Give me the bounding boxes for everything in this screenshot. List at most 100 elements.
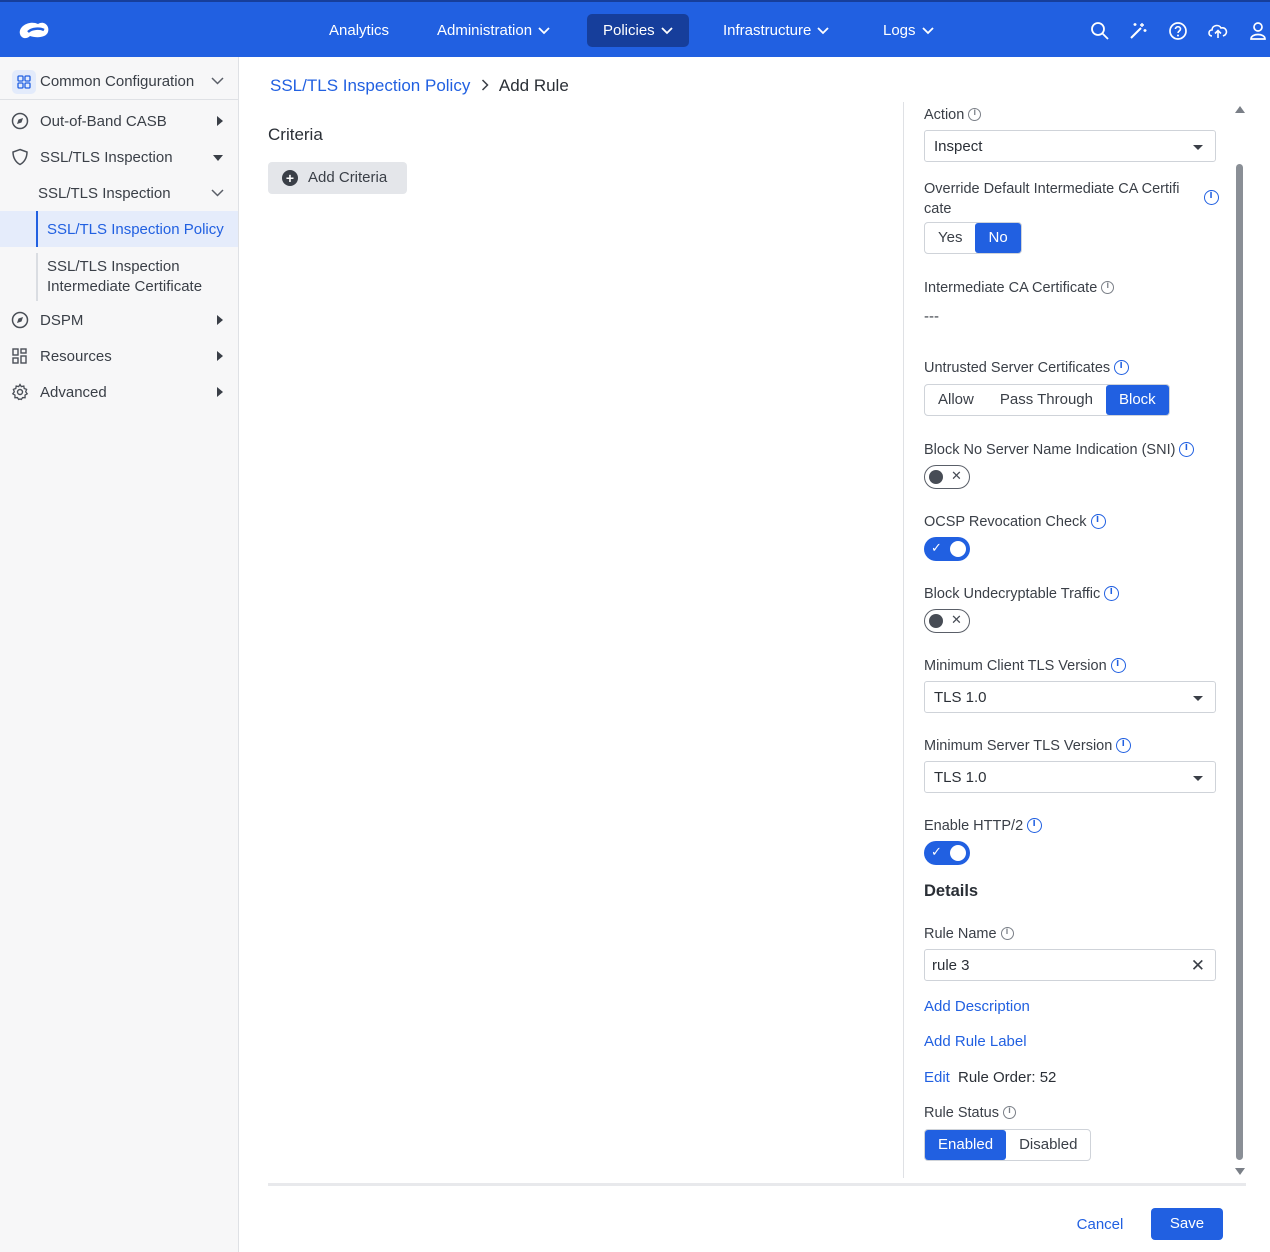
ocsp-label: OCSP Revocation Check (924, 513, 1106, 530)
sidebar-item-ssl-tls-inspection-intermediate-certificate[interactable]: SSL/TLS Inspection Intermediate Certific… (0, 253, 238, 301)
chevron-down-icon (817, 27, 830, 35)
rule-status-disabled[interactable]: Disabled (1006, 1130, 1090, 1160)
footer-divider (268, 1183, 1246, 1186)
breadcrumb: SSL/TLS Inspection Policy Add Rule (270, 76, 569, 96)
action-select[interactable]: Inspect (924, 130, 1216, 162)
sidebar-item-ssl-tls-inspection[interactable]: SSL/TLS Inspection (0, 139, 238, 175)
nav-logs[interactable]: Logs (867, 14, 950, 47)
min-server-tls-select[interactable]: TLS 1.0 (924, 761, 1216, 793)
block-sni-label: Block No Server Name Indication (SNI) (924, 441, 1195, 458)
info-icon[interactable] (1110, 657, 1126, 673)
block-undecryptable-label: Block Undecryptable Traffic (924, 585, 1120, 602)
info-icon[interactable] (1204, 189, 1219, 205)
caret-down-icon (1193, 776, 1203, 781)
sidebar-item-label: SSL/TLS Inspection (38, 184, 171, 202)
sidebar-item-dspm[interactable]: DSPM (0, 302, 238, 338)
edit-rule-order-link[interactable]: Edit (924, 1069, 950, 1086)
plus-circle-icon: + (282, 170, 298, 186)
caret-down-icon (1193, 145, 1203, 150)
check-icon: ✓ (931, 844, 942, 859)
override-ca-no[interactable]: No (975, 223, 1021, 253)
cancel-button[interactable]: Cancel (1066, 1210, 1134, 1240)
scroll-up-icon[interactable] (1235, 106, 1245, 113)
info-icon[interactable] (968, 107, 982, 121)
cloud-upload-icon[interactable] (1207, 21, 1229, 41)
sidebar-header-common-configuration[interactable]: Common Configuration (0, 64, 238, 100)
add-description-link[interactable]: Add Description (924, 998, 1030, 1015)
override-ca-label: Override Default Intermediate CA Certifi… (924, 181, 1180, 217)
http2-label: Enable HTTP/2 (924, 817, 1043, 834)
sidebar-item-label: SSL/TLS Inspection Policy (47, 220, 224, 238)
help-icon[interactable] (1168, 21, 1188, 41)
info-icon[interactable] (1002, 1105, 1016, 1119)
breadcrumb-current: Add Rule (498, 76, 569, 95)
block-undecryptable-toggle[interactable]: ✕ (924, 609, 970, 633)
untrusted-block[interactable]: Block (1105, 385, 1169, 415)
untrusted-allow[interactable]: Allow (925, 385, 987, 415)
sidebar-item-resources[interactable]: Resources (0, 338, 238, 374)
user-icon[interactable] (1248, 21, 1268, 41)
save-button[interactable]: Save (1151, 1208, 1223, 1240)
intermediate-ca-value: --- (924, 308, 939, 325)
nav-policies[interactable]: Policies (587, 14, 689, 47)
add-rule-label-link[interactable]: Add Rule Label (924, 1033, 1027, 1050)
block-sni-toggle[interactable]: ✕ (924, 465, 970, 489)
info-icon[interactable] (1116, 737, 1132, 753)
search-icon[interactable] (1090, 21, 1110, 41)
scroll-down-icon[interactable] (1235, 1168, 1245, 1175)
info-icon[interactable] (1101, 280, 1115, 294)
info-icon[interactable] (1179, 441, 1195, 457)
nav-analytics[interactable]: Analytics (313, 14, 405, 47)
min-server-tls-label: Minimum Server TLS Version (924, 737, 1132, 754)
untrusted-pass-through[interactable]: Pass Through (987, 385, 1106, 415)
logo-icon[interactable] (16, 16, 52, 44)
info-icon[interactable] (1104, 585, 1120, 601)
chevron-right-icon (482, 79, 489, 91)
sidebar-item-label: DSPM (40, 311, 84, 329)
magic-wand-icon[interactable] (1128, 21, 1148, 41)
sidebar-header-label: Common Configuration (40, 73, 195, 90)
info-icon[interactable] (1027, 817, 1043, 833)
http2-toggle[interactable]: ✓ (924, 841, 970, 865)
clear-icon[interactable]: ✕ (1191, 956, 1205, 976)
action-label: Action (924, 107, 982, 123)
nav-administration[interactable]: Administration (421, 14, 566, 47)
close-icon: ✕ (951, 612, 962, 627)
rule-status-enabled[interactable]: Enabled (925, 1130, 1007, 1160)
shield-icon (12, 148, 28, 166)
grid-icon (17, 75, 31, 89)
untrusted-certs-toggle-group: Allow Pass Through Block (924, 384, 1170, 416)
close-icon: ✕ (951, 468, 962, 483)
scrollbar-thumb[interactable] (1236, 164, 1243, 1160)
info-icon[interactable] (1000, 926, 1014, 940)
sidebar-item-ssl-tls-inspection-policy[interactable]: SSL/TLS Inspection Policy (0, 211, 238, 247)
info-icon[interactable] (1114, 359, 1130, 375)
caret-down-icon (1193, 696, 1203, 701)
caret-right-icon (217, 387, 223, 397)
top-navigation-bar: Analytics Administration Policies Infras… (0, 0, 1270, 57)
nav-infrastructure[interactable]: Infrastructure (707, 14, 845, 47)
override-ca-toggle-group: Yes No (924, 222, 1022, 254)
resources-grid-icon (12, 348, 27, 364)
rule-name-input[interactable]: rule 3 ✕ (924, 949, 1216, 981)
chevron-down-icon (921, 27, 934, 35)
sidebar-item-out-of-band-casb[interactable]: Out-of-Band CASB (0, 103, 238, 139)
chevron-down-icon (538, 27, 550, 35)
scrollbar[interactable] (1234, 102, 1246, 1178)
ocsp-toggle[interactable]: ✓ (924, 537, 970, 561)
rule-status-toggle-group: Enabled Disabled (924, 1129, 1092, 1161)
min-client-tls-select[interactable]: TLS 1.0 (924, 681, 1216, 713)
info-icon[interactable] (1090, 513, 1106, 529)
gear-icon (11, 383, 29, 401)
sidebar-item-label: Advanced (40, 383, 107, 401)
rule-order-text: Rule Order: 52 (958, 1069, 1057, 1086)
sidebar-item-label: Out-of-Band CASB (40, 112, 167, 130)
sidebar-item-label: SSL/TLS Inspection Intermediate Certific… (47, 258, 203, 295)
rule-status-label: Rule Status (924, 1105, 1016, 1121)
sidebar-subitem-ssl-tls-inspection[interactable]: SSL/TLS Inspection (0, 175, 238, 211)
check-icon: ✓ (931, 540, 942, 555)
override-ca-yes[interactable]: Yes (925, 223, 975, 253)
sidebar-item-advanced[interactable]: Advanced (0, 374, 238, 410)
add-criteria-button[interactable]: + Add Criteria (268, 162, 407, 194)
breadcrumb-link-policy[interactable]: SSL/TLS Inspection Policy (270, 76, 470, 95)
